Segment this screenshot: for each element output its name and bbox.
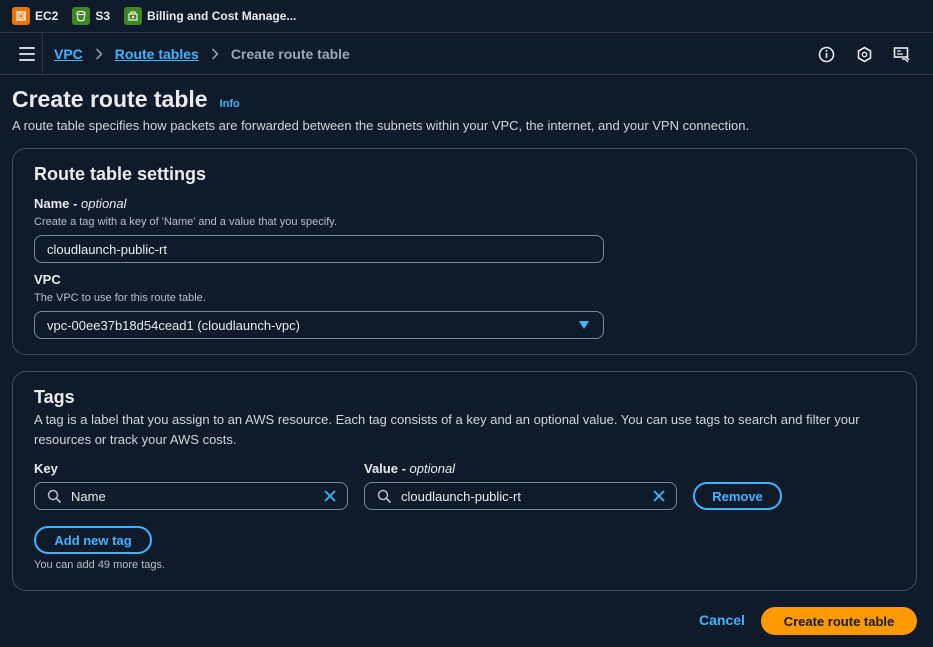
- vpc-field-description: The VPC to use for this route table.: [34, 292, 206, 304]
- vpc-select[interactable]: vpc-00ee37b18d54cead1 (cloudlaunch-vpc): [34, 311, 604, 339]
- tag-value-value: cloudlaunch-public-rt: [401, 488, 521, 504]
- close-icon[interactable]: [652, 489, 666, 503]
- tag-key-value: Name: [71, 488, 106, 504]
- vpc-select-value: vpc-00ee37b18d54cead1 (cloudlaunch-vpc): [47, 317, 300, 333]
- search-icon: [47, 489, 62, 504]
- divider: [42, 33, 43, 75]
- chevron-right-icon: [95, 48, 103, 60]
- security-hexagon-icon[interactable]: [855, 45, 873, 63]
- value-label-text: Value: [364, 461, 398, 476]
- route-table-settings-panel: Route table settings Name - optional Cre…: [12, 148, 917, 355]
- value-column-label: Value - optional: [364, 461, 456, 476]
- favorite-label: S3: [95, 9, 111, 23]
- search-icon: [377, 489, 392, 504]
- name-input-value: cloudlaunch-public-rt: [47, 241, 167, 257]
- remove-tag-button[interactable]: Remove: [693, 482, 782, 510]
- panel-title: Tags: [34, 387, 75, 407]
- favorite-label: EC2: [35, 9, 59, 23]
- top-navigation: VPC Route tables Create route table: [0, 33, 933, 75]
- menu-icon[interactable]: [19, 47, 35, 61]
- optional-text: optional: [409, 461, 456, 476]
- name-field-label: Name - optional: [34, 196, 127, 211]
- breadcrumb-current: Create route table: [230, 46, 350, 62]
- ec2-icon: [12, 7, 30, 25]
- add-new-tag-button[interactable]: Add new tag: [34, 526, 152, 554]
- tag-key-input[interactable]: Name: [34, 482, 348, 510]
- breadcrumb: VPC Route tables Create route table: [54, 33, 350, 75]
- close-icon[interactable]: [323, 489, 337, 503]
- s3-icon: [72, 7, 91, 25]
- info-icon[interactable]: [817, 45, 835, 63]
- breadcrumb-route-tables[interactable]: Route tables: [115, 46, 199, 62]
- chevron-right-icon: [211, 48, 219, 60]
- caret-down-icon: [579, 321, 589, 329]
- tags-description: A tag is a label that you assign to an A…: [34, 412, 860, 447]
- billing-icon: [124, 7, 143, 25]
- name-input[interactable]: cloudlaunch-public-rt: [34, 235, 604, 263]
- page-title: Create route table: [12, 86, 208, 112]
- vpc-field-label: VPC: [34, 272, 61, 287]
- page-header: Create route table Info: [12, 86, 240, 113]
- feedback-icon[interactable]: [893, 45, 911, 63]
- tags-panel: Tags A tag is a label that you assign to…: [12, 371, 917, 591]
- favorite-s3[interactable]: S3: [72, 7, 110, 25]
- key-column-label: Key: [34, 461, 58, 476]
- nav-icon-group: [817, 33, 911, 75]
- breadcrumb-vpc[interactable]: VPC: [54, 46, 83, 62]
- tags-remaining-hint: You can add 49 more tags.: [34, 559, 166, 571]
- page-description: A route table specifies how packets are …: [12, 118, 750, 133]
- favorite-label: Billing and Cost Manage...: [147, 9, 297, 23]
- info-link[interactable]: Info: [220, 98, 240, 110]
- favorite-billing[interactable]: Billing and Cost Manage...: [124, 7, 296, 25]
- panel-title: Route table settings: [34, 164, 207, 184]
- tag-value-input[interactable]: cloudlaunch-public-rt: [364, 482, 677, 510]
- optional-text: optional: [80, 196, 127, 211]
- create-route-table-button[interactable]: Create route table: [761, 607, 917, 635]
- name-field-description: Create a tag with a key of 'Name' and a …: [34, 216, 337, 228]
- favorite-ec2[interactable]: EC2: [12, 7, 58, 25]
- name-label-text: Name: [34, 196, 70, 211]
- favorites-bar: EC2 S3 Billing and Cost Manage...: [0, 0, 933, 33]
- cancel-button[interactable]: Cancel: [699, 612, 745, 628]
